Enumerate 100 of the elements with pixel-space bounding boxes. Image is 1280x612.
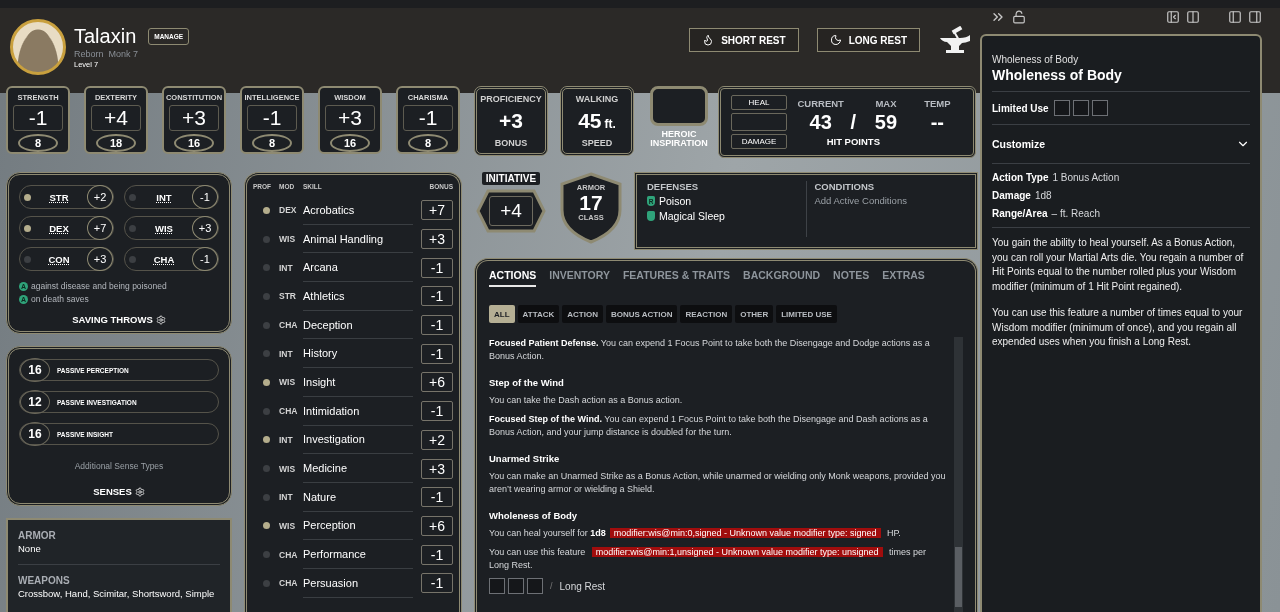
panel-left-icon[interactable] [1228, 10, 1242, 24]
skill-bonus[interactable]: -1 [421, 315, 453, 336]
feature-description: You can use this feature a number of times equal to your Wisdom modifier (minimum of once), and you regain all expended uses when you finish a Long Rest. [992, 306, 1244, 349]
use-checkbox[interactable] [508, 578, 524, 595]
filter-chip[interactable]: ATTACK [517, 305, 560, 323]
customize-toggle[interactable]: Customize [992, 133, 1250, 155]
skill-name[interactable]: History [303, 339, 413, 369]
skill-bonus[interactable]: -1 [421, 573, 453, 594]
feature-description: You gain the ability to heal yourself. As a Bonus Action, you can roll your Martial Arts die. You regain a number of Hit Points equal to the number rolled plus your Wisdom modifier (minimum of 1 Hit Point regained). [992, 236, 1245, 294]
action-heading[interactable]: Wholeness of Body [489, 510, 946, 522]
filter-chip[interactable]: BONUS ACTION [605, 305, 678, 323]
skill-bonus[interactable]: -1 [421, 257, 453, 278]
saving-throw-ability: WIS [154, 222, 174, 234]
tab[interactable]: NOTES [833, 269, 870, 287]
use-checkbox[interactable] [1091, 100, 1108, 116]
speed-value: 45 [578, 109, 602, 133]
skill-bonus[interactable]: +7 [421, 200, 453, 221]
skill-name[interactable]: Deception [303, 310, 413, 340]
use-checkbox[interactable] [489, 578, 505, 595]
skill-bonus[interactable]: -1 [421, 401, 453, 422]
skill-bonus[interactable]: -1 [421, 286, 453, 307]
skill-name[interactable]: Insight [303, 368, 413, 397]
skill-bonus[interactable]: +3 [421, 458, 453, 479]
skill-name[interactable]: Athletics [303, 282, 413, 311]
skill-name[interactable]: Arcana [303, 253, 413, 283]
heal-button[interactable]: HEAL [731, 95, 787, 110]
scrollbar[interactable] [954, 337, 963, 612]
temp-hp[interactable]: -- [930, 110, 944, 134]
skill-name[interactable]: Investigation [303, 425, 413, 455]
avatar[interactable] [10, 19, 66, 75]
max-label: MAX [875, 97, 897, 109]
add-conditions-link[interactable]: Add Active Conditions [814, 195, 965, 206]
skill-name[interactable]: Persuasion [303, 568, 413, 598]
rest-button[interactable]: LONG REST [816, 28, 920, 52]
skill-name[interactable]: Perception [303, 511, 413, 541]
tab[interactable]: BACKGROUND [743, 269, 821, 287]
skill-name[interactable]: Nature [303, 482, 413, 512]
campfire-icon [702, 34, 715, 46]
filter-chip[interactable]: REACTION [680, 305, 733, 323]
action-heading[interactable]: Step of the Wind [489, 377, 946, 389]
panel-collapse-icon[interactable] [1166, 10, 1180, 24]
inspiration-toggle[interactable] [650, 86, 708, 126]
use-checkbox[interactable] [1053, 100, 1070, 116]
settings-icon[interactable] [134, 486, 145, 497]
skill-name[interactable]: Intimidation [303, 396, 413, 426]
detail-title: Wholeness of Body [992, 67, 1123, 83]
ability-modifier: -1 [13, 105, 63, 131]
hit-points-caption: HIT POINTS [826, 135, 880, 147]
proficiency-label: PROFICIENCY [480, 94, 542, 104]
hp-input-field[interactable] [731, 113, 787, 131]
filter-chip[interactable]: LIMITED USE [776, 305, 837, 323]
shield-icon [647, 211, 655, 221]
breadcrumb-text: Wholeness of Body [992, 54, 1080, 65]
ability-modifier: -1 [247, 105, 297, 131]
skill-name[interactable]: Animal Handling [303, 224, 413, 254]
skill-bonus[interactable]: -1 [421, 343, 453, 364]
ability-modifier: +3 [169, 105, 219, 131]
panel-right-icon[interactable] [1248, 10, 1262, 24]
saving-throw-ability: CHA [152, 253, 176, 265]
skill-name[interactable]: Performance [303, 540, 413, 569]
use-checkbox[interactable] [1072, 100, 1089, 116]
proficiency-value: +3 [499, 109, 523, 133]
skill-bonus[interactable]: +2 [421, 429, 453, 450]
property-label: Damage [992, 190, 1031, 201]
limited-use-label: Limited Use [992, 102, 1049, 114]
skill-bonus[interactable]: +6 [421, 372, 453, 393]
columns-icon[interactable] [1186, 10, 1200, 24]
skill-bonus[interactable]: +3 [421, 229, 453, 250]
tab[interactable]: ACTIONS [489, 269, 537, 287]
filter-chip[interactable]: ALL [489, 305, 515, 323]
property-value: – ft. Reach [1051, 208, 1100, 219]
ability-score: 16 [330, 134, 370, 152]
initiative-value[interactable]: +4 [489, 196, 533, 226]
use-checkbox[interactable] [527, 578, 543, 595]
ability-modifier: -1 [403, 105, 453, 131]
filter-chip[interactable]: ACTION [562, 305, 603, 323]
temp-label: TEMP [924, 97, 951, 109]
skill-ability: INT [279, 262, 294, 273]
skill-ability: WIS [279, 377, 297, 388]
action-description: You can use this feature modifier:wis@min:1,unsigned - Unknown value modifier type: unsigned times per Long Rest. [489, 546, 928, 573]
skill-bonus[interactable]: -1 [421, 544, 453, 565]
skill-name[interactable]: Medicine [303, 454, 413, 483]
character-name: Talaxin [74, 25, 137, 48]
slash-text: / [550, 581, 553, 592]
defense-label: Magical Sleep [659, 210, 725, 222]
settings-icon[interactable] [155, 314, 166, 325]
filter-chip[interactable]: OTHER [735, 305, 774, 323]
skill-name[interactable]: Acrobatics [303, 196, 413, 225]
unlock-icon[interactable] [1012, 10, 1026, 24]
skill-bonus[interactable]: +6 [421, 515, 453, 536]
tab[interactable]: FEATURES & TRAITS [622, 269, 731, 287]
senses-title: SENSES [93, 486, 132, 497]
rest-button[interactable]: SHORT REST [689, 28, 799, 52]
skill-bonus[interactable]: -1 [421, 487, 453, 508]
damage-button[interactable]: DAMAGE [731, 134, 787, 149]
tab[interactable]: INVENTORY [549, 269, 610, 287]
skill-ability: CHA [279, 320, 299, 331]
tab[interactable]: EXTRAS [882, 269, 925, 287]
action-heading[interactable]: Unarmed Strike [489, 453, 946, 465]
ability-modifier: +3 [325, 105, 375, 131]
